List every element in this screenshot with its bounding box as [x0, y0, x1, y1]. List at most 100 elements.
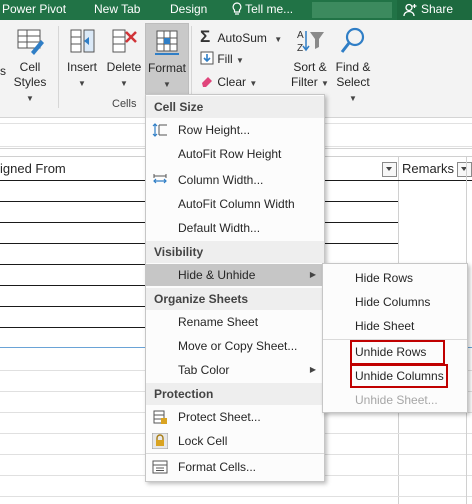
chevron-down-icon: ▼: [236, 56, 244, 65]
tell-me-label: Tell me...: [245, 2, 294, 16]
tab-design[interactable]: Design: [170, 2, 207, 16]
cell-styles-button[interactable]: Cell Styles ▼: [10, 26, 50, 106]
column-header-assigned-from[interactable]: igned From: [0, 161, 66, 181]
menu-item-lock-cell[interactable]: Lock Cell: [146, 430, 324, 452]
submenu-item-hide-sheet[interactable]: Hide Sheet: [323, 315, 467, 337]
menu-item-label: Lock Cell: [178, 434, 228, 448]
cells-group-label: Cells: [112, 98, 137, 110]
menu-item-autofit-row-height[interactable]: AutoFit Row Height: [146, 143, 324, 165]
menu-item-label: Row Height...: [178, 123, 251, 137]
clear-label: Clear: [217, 75, 247, 89]
clear-button[interactable]: Clear ▼: [200, 74, 257, 89]
submenu-item-hide-columns[interactable]: Hide Columns: [323, 291, 467, 313]
highlight-box-unhide-rows: [350, 340, 445, 365]
insert-button[interactable]: Insert ▼: [63, 26, 101, 91]
sort-filter-icon: A Z: [297, 30, 324, 54]
menu-item-label: Move or Copy Sheet...: [178, 339, 298, 353]
chevron-down-icon: ▼: [249, 79, 258, 88]
cell-styles-label-1: Cell: [19, 60, 41, 74]
cell-styles-icon: [17, 29, 44, 55]
chevron-down-icon: ▼: [120, 79, 128, 88]
fill-button[interactable]: Fill ▼: [200, 51, 244, 66]
find-select-label-2: Select: [336, 75, 370, 89]
submenu-item-label: Unhide Sheet...: [355, 393, 438, 407]
format-label: Format: [147, 61, 186, 75]
person-add-icon: [403, 3, 417, 17]
lightbulb-icon: [232, 2, 242, 15]
protect-sheet-icon: [153, 410, 167, 424]
chevron-down-icon: ▼: [78, 79, 86, 88]
menu-item-column-width[interactable]: Column Width...: [146, 169, 324, 191]
format-button[interactable]: Format ▼: [145, 23, 189, 95]
menu-item-label: Protect Sheet...: [178, 410, 261, 424]
tab-new-tab[interactable]: New Tab: [94, 2, 140, 16]
fill-down-icon: [200, 51, 214, 65]
fill-label: Fill: [217, 52, 233, 66]
row-height-icon: [152, 123, 167, 137]
sort-filter-label-2: Filter: [291, 75, 318, 89]
hide-unhide-submenu: Hide Rows Hide Columns Hide Sheet Unhide…: [322, 263, 468, 413]
tab-power-pivot[interactable]: Power Pivot: [2, 2, 66, 16]
submenu-item-hide-rows[interactable]: Hide Rows: [323, 267, 467, 289]
insert-label: Insert: [66, 60, 97, 74]
find-select-button[interactable]: Find & Select ▼: [333, 26, 373, 106]
chevron-down-icon: ▼: [163, 80, 171, 89]
submenu-item-label: Hide Rows: [355, 271, 414, 285]
menu-item-label: Tab Color: [178, 363, 230, 377]
chevron-down-icon: ▼: [321, 79, 329, 88]
menu-item-label: Column Width...: [178, 173, 264, 187]
delete-cells-icon: [112, 29, 137, 53]
magnifier-icon: [340, 27, 365, 53]
sort-filter-button[interactable]: A Z Sort & Filter ▼: [290, 26, 330, 91]
tell-me-search[interactable]: Tell me...: [232, 2, 293, 16]
find-select-label-1: Find &: [335, 60, 371, 74]
menu-item-row-height[interactable]: Row Height...: [146, 119, 324, 141]
chevron-down-icon: ▼: [274, 35, 283, 44]
ribbon-tab-bar: Power Pivot New Tab Design Tell me... Sh…: [0, 0, 472, 20]
submenu-item-label: Hide Sheet: [355, 319, 415, 333]
menu-item-label: Default Width...: [178, 221, 261, 235]
menu-item-format-cells[interactable]: Format Cells...: [146, 456, 324, 478]
grid-row: [0, 496, 472, 497]
share-button[interactable]: Share: [397, 0, 472, 20]
group-separator: [58, 26, 59, 108]
filter-dropdown-button[interactable]: [457, 162, 472, 177]
submenu-item-label: Hide Columns: [355, 295, 431, 309]
cell-styles-label-2: Styles: [13, 75, 47, 89]
menu-item-label: AutoFit Column Width: [178, 197, 295, 211]
menu-item-protect-sheet[interactable]: Protect Sheet...: [146, 406, 324, 428]
menu-section-organize-sheets: Organize Sheets: [146, 288, 324, 310]
menu-section-protection: Protection: [146, 383, 324, 405]
delete-button[interactable]: Delete ▼: [105, 26, 143, 91]
ribbon-cut-label: s: [0, 64, 6, 78]
svg-text:Z: Z: [297, 43, 303, 54]
delete-label: Delete: [106, 60, 142, 74]
format-cells-icon: [155, 30, 179, 55]
eraser-icon: [202, 77, 212, 87]
account-name-blurred: [312, 2, 392, 18]
menu-item-label: Format Cells...: [178, 460, 257, 474]
autosum-label: AutoSum: [217, 31, 267, 45]
highlight-box-unhide-columns: [350, 364, 448, 388]
menu-item-label: Rename Sheet: [178, 315, 259, 329]
sort-filter-label-1: Sort &: [293, 60, 327, 74]
column-header-remarks[interactable]: Remarks: [402, 161, 454, 181]
menu-item-autofit-column-width[interactable]: AutoFit Column Width: [146, 193, 324, 215]
menu-item-default-width[interactable]: Default Width...: [146, 217, 324, 239]
menu-item-tab-color[interactable]: Tab Color ▶: [146, 359, 324, 381]
menu-section-visibility: Visibility: [146, 241, 324, 263]
share-label: Share: [421, 2, 454, 16]
menu-item-move-copy-sheet[interactable]: Move or Copy Sheet...: [146, 335, 324, 357]
chevron-right-icon: ▶: [309, 270, 316, 279]
autosum-button[interactable]: Σ AutoSum ▼: [200, 27, 282, 47]
chevron-right-icon: ▶: [309, 365, 316, 374]
format-cells-icon: [152, 460, 168, 474]
menu-divider: [146, 453, 324, 454]
chevron-down-icon: ▼: [26, 94, 34, 103]
menu-item-label: Hide & Unhide: [178, 268, 256, 282]
menu-item-hide-unhide[interactable]: Hide & Unhide ▶: [146, 264, 324, 286]
chevron-down-icon: ▼: [349, 94, 357, 103]
menu-item-rename-sheet[interactable]: Rename Sheet: [146, 311, 324, 333]
filter-dropdown-button[interactable]: [382, 162, 397, 177]
sigma-icon: Σ: [200, 27, 211, 46]
